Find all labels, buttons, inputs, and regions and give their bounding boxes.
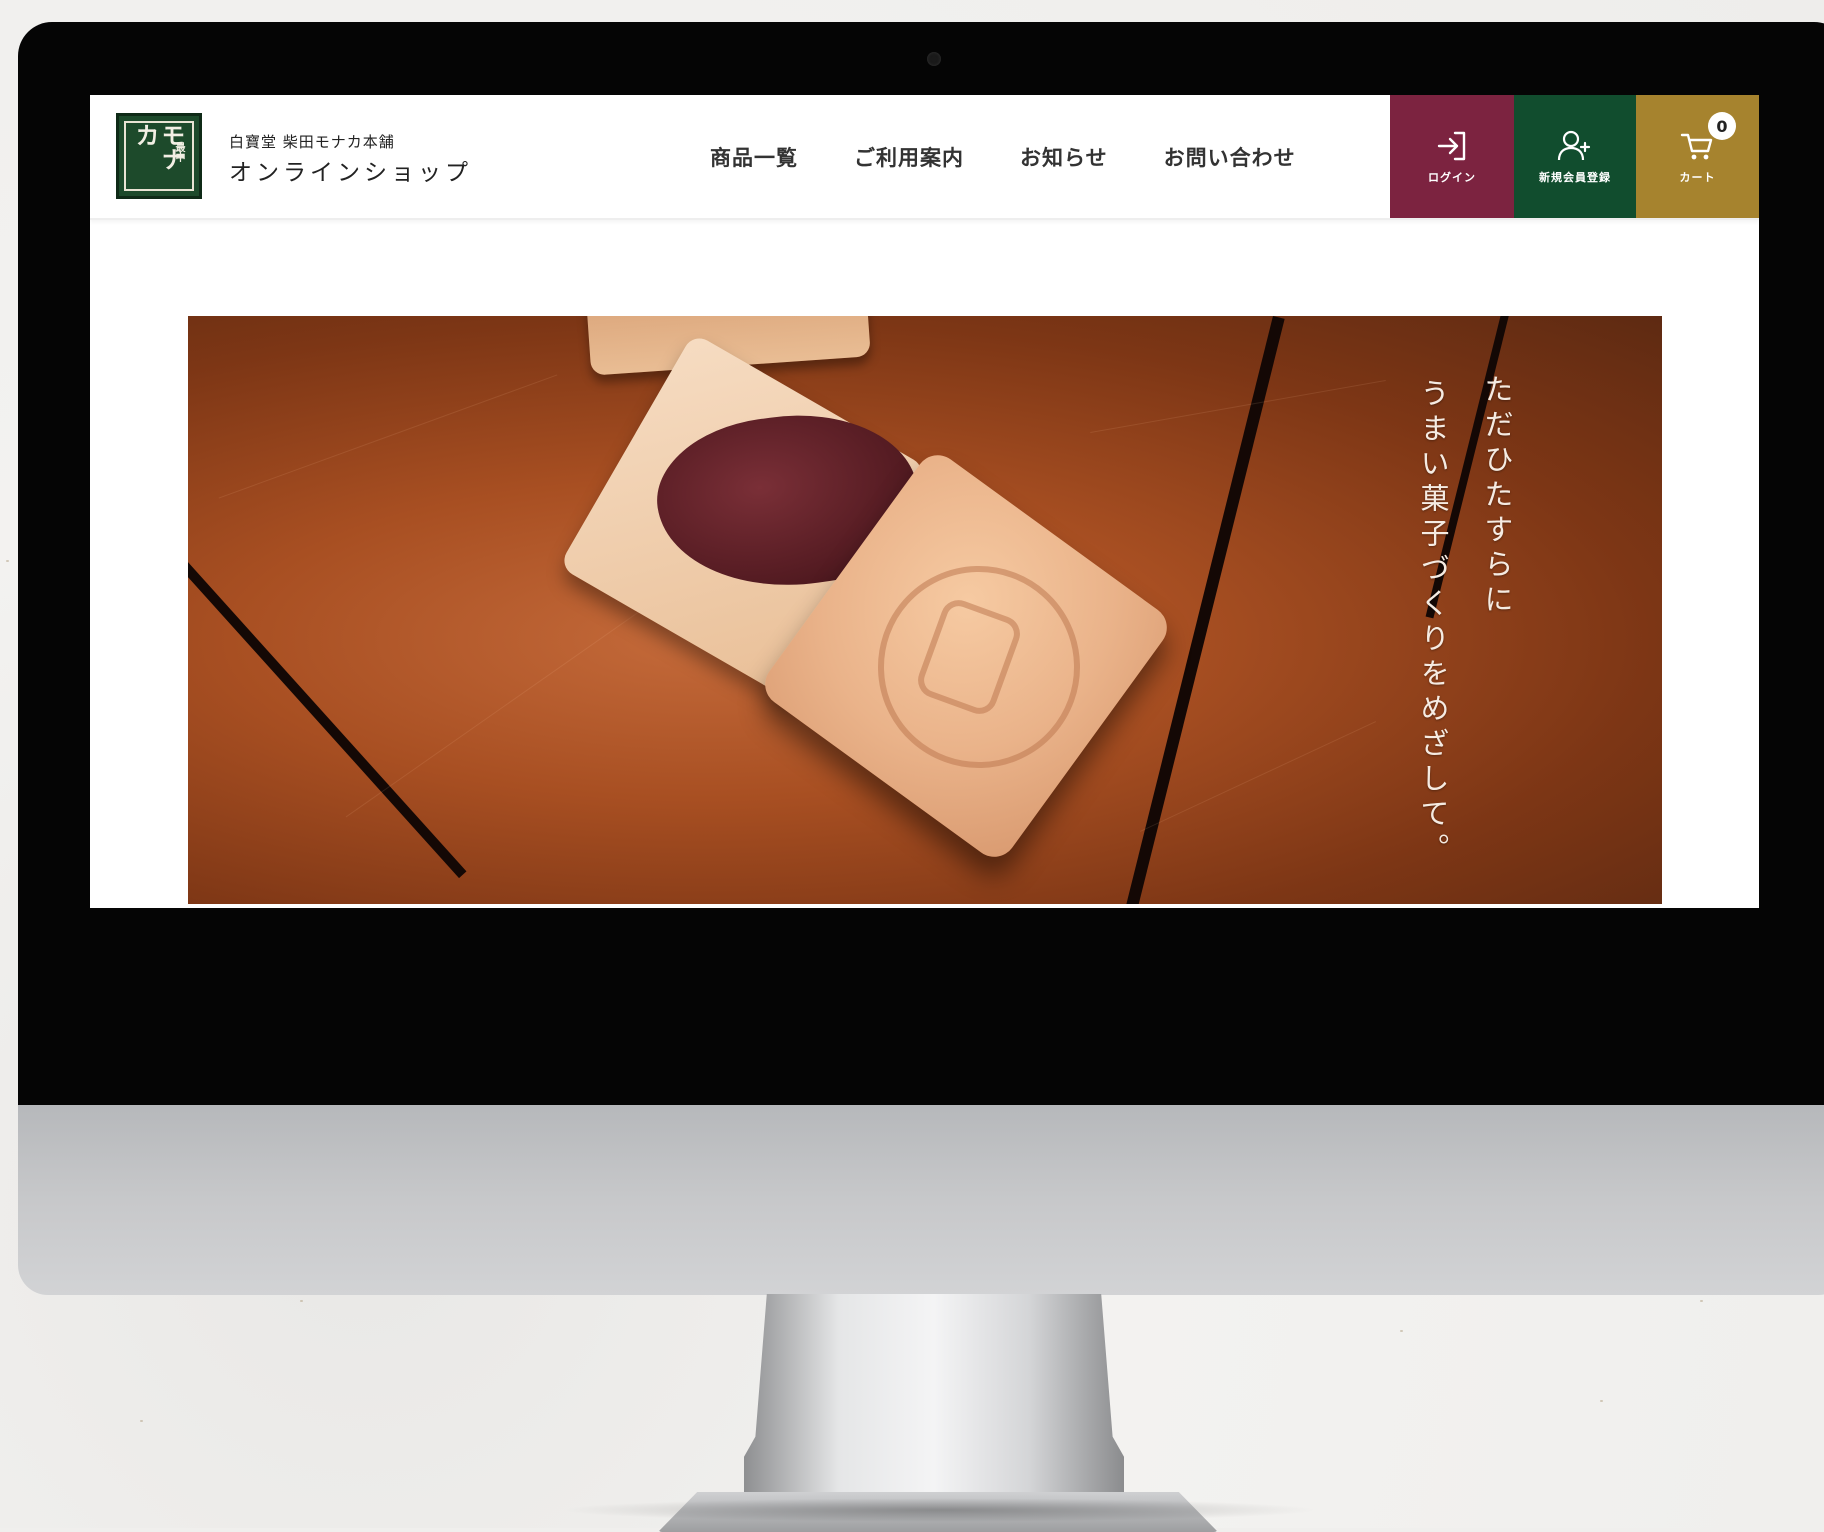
login-button[interactable]: ログイン — [1390, 95, 1514, 218]
signup-label: 新規会員登録 — [1539, 170, 1611, 184]
paper-speck — [1600, 1400, 1603, 1402]
main-nav: 商品一覧 ご利用案内 お知らせ お問い合わせ — [710, 95, 1352, 218]
camera-icon — [927, 52, 941, 66]
site-logo[interactable]: モナカ 最中 — [116, 113, 202, 199]
logo-small-text: 最中 — [173, 142, 184, 162]
hero-banner[interactable]: ただひたすらに うまい菓子づくりをめざして。 — [188, 316, 1662, 904]
wood-grain — [1090, 379, 1386, 434]
monitor: モナカ 最中 白寶堂 柴田モナカ本舗 オンラインショップ 商品一覧 ご利用案内 … — [18, 22, 1824, 1532]
site-header: モナカ 最中 白寶堂 柴田モナカ本舗 オンラインショップ 商品一覧 ご利用案内 … — [90, 95, 1759, 220]
paper-speck — [6, 560, 9, 562]
monitor-chin — [18, 1105, 1824, 1295]
paper-speck — [300, 1300, 303, 1302]
nav-guide[interactable]: ご利用案内 — [854, 142, 964, 172]
hero-catchcopy-line1: ただひたすらに — [1480, 374, 1514, 619]
login-arrow-icon — [1437, 131, 1466, 160]
brand-title[interactable]: オンラインショップ — [229, 153, 472, 187]
signup-button[interactable]: 新規会員登録 — [1514, 95, 1636, 218]
cart-label: カート — [1679, 170, 1716, 184]
stand-shadow — [560, 1498, 1320, 1522]
hero-catchcopy-line2: うまい菓子づくりをめざして。 — [1416, 378, 1450, 868]
cart-button[interactable]: 0 カート — [1636, 95, 1759, 218]
wood-plank-gap — [188, 559, 467, 879]
paper-speck — [140, 1420, 143, 1422]
brand-subtitle: 白寶堂 柴田モナカ本舗 — [229, 133, 395, 151]
cart-count-badge: 0 — [1708, 112, 1736, 140]
browser-screen: モナカ 最中 白寶堂 柴田モナカ本舗 オンラインショップ 商品一覧 ご利用案内 … — [90, 95, 1759, 908]
logo-mark: モナカ 最中 — [124, 121, 194, 191]
wood-grain — [218, 374, 558, 499]
paper-speck — [1400, 1330, 1403, 1332]
user-plus-icon — [1557, 130, 1591, 160]
monitor-stand — [744, 1294, 1124, 1524]
nav-news[interactable]: お知らせ — [1020, 142, 1108, 172]
nav-products[interactable]: 商品一覧 — [710, 142, 798, 172]
paper-speck — [1700, 1300, 1703, 1302]
nav-contact[interactable]: お問い合わせ — [1164, 142, 1296, 172]
login-label: ログイン — [1428, 170, 1476, 184]
